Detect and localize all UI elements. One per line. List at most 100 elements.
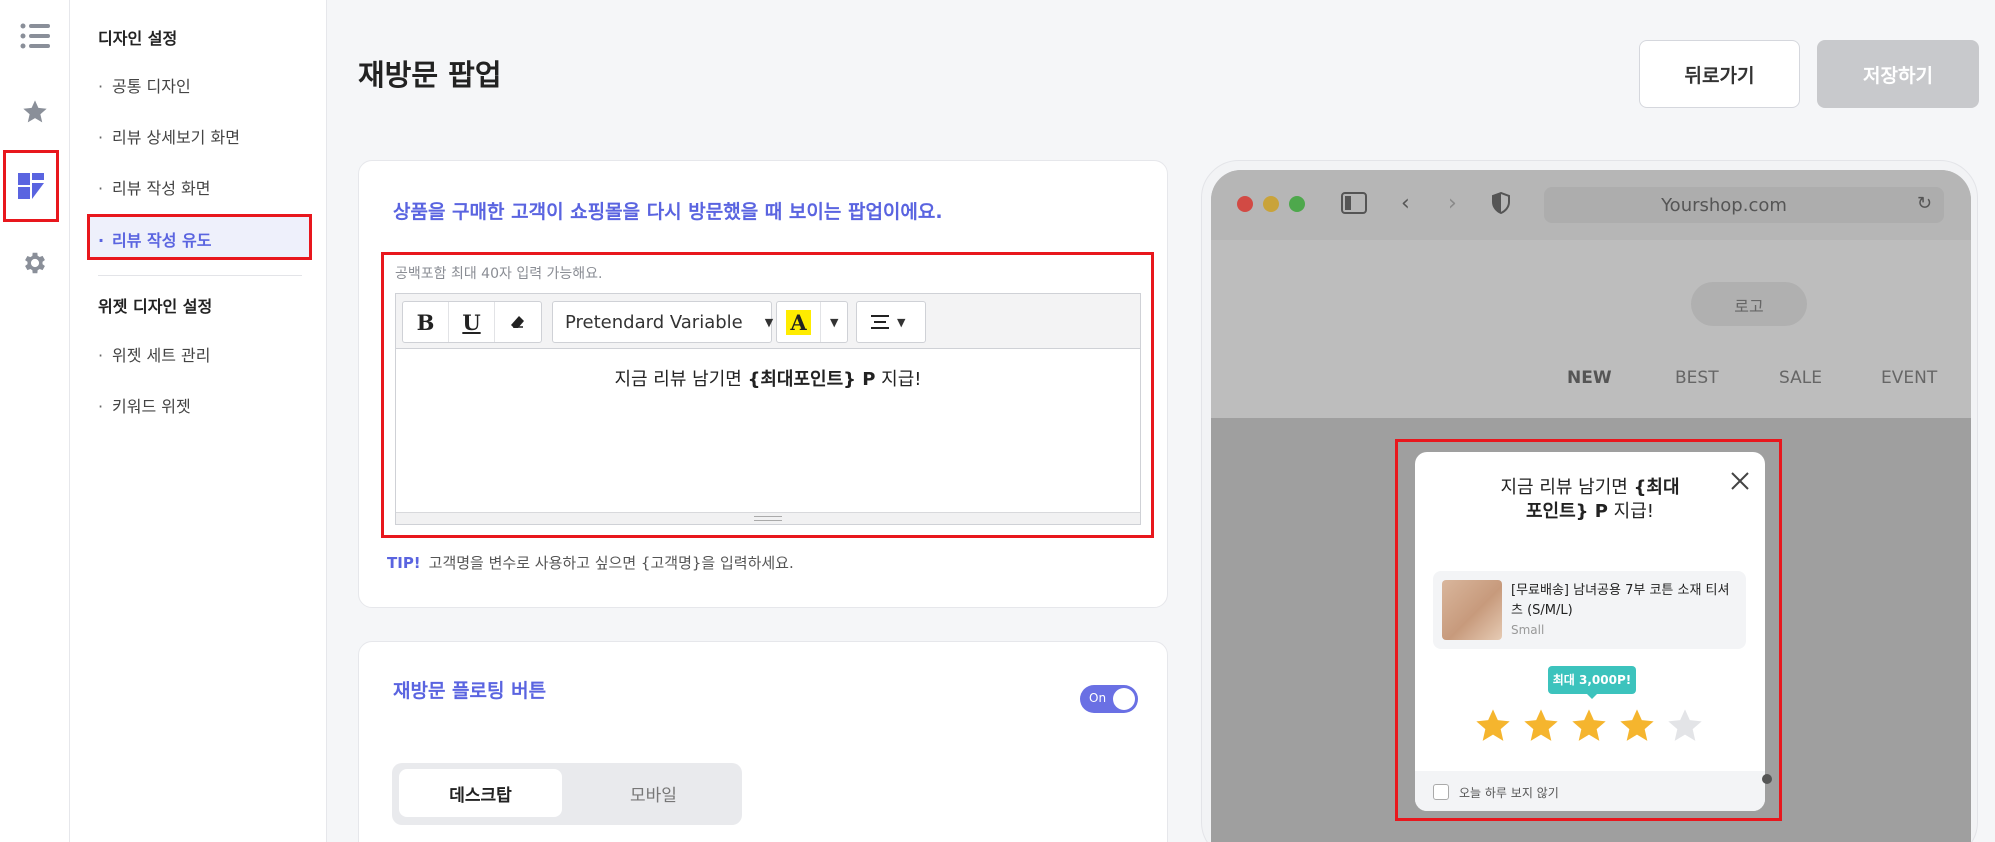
caret-down-icon: ▼	[764, 315, 774, 329]
reload-icon: ↻	[1916, 193, 1932, 214]
text-color-control[interactable]: A ▼	[776, 301, 848, 343]
popup-footer: 오늘 하루 보지 않기	[1415, 771, 1765, 811]
nav-item-review-induce[interactable]: · 리뷰 작성 유도	[87, 214, 312, 260]
rich-text-editor: B U Pretendard Variable ▼ A ▼ ▼ 지금 리뷰 남기…	[395, 293, 1141, 525]
format-group: B U	[402, 301, 542, 343]
rail-design-button[interactable]	[3, 150, 59, 222]
list-icon	[20, 23, 50, 49]
menu-sale: SALE	[1779, 368, 1822, 388]
gear-icon	[25, 252, 45, 274]
text-color-button[interactable]: A	[777, 302, 821, 342]
eraser-icon	[511, 316, 524, 328]
sidebar-icon	[1341, 192, 1367, 214]
nav-item-label: 공통 디자인	[112, 77, 191, 96]
tip-label: TIP!	[387, 554, 421, 572]
popup-msg-variable: 포인트} P	[1525, 501, 1608, 522]
nav-item-common-design[interactable]: · 공통 디자인	[98, 73, 191, 97]
hide-today-label: 오늘 하루 보지 않기	[1459, 786, 1559, 800]
page-title: 재방문 팝업	[358, 58, 502, 92]
content-text: 지금 리뷰 남기면	[614, 369, 748, 390]
menu-best: BEST	[1675, 368, 1719, 388]
star-icon	[23, 100, 47, 123]
card-title: 재방문 플로팅 버튼	[393, 680, 547, 702]
forward-arrow-icon: ›	[1448, 191, 1457, 216]
nav-item-review-detail[interactable]: · 리뷰 상세보기 화면	[98, 124, 240, 148]
align-select[interactable]: ▼	[856, 301, 926, 343]
preview-dot	[1762, 774, 1772, 784]
max-point-badge: 최대 3,000P!	[1548, 666, 1636, 694]
grip-icon	[754, 516, 782, 521]
product-option: Small	[1511, 623, 1545, 637]
editor-highlight: 공백포함 최대 40자 입력 가능해요. B U Pretendard Vari…	[381, 252, 1154, 538]
nav-divider	[98, 275, 302, 276]
bullet: ·	[98, 179, 104, 198]
url-text: Yourshop.com	[1661, 195, 1787, 216]
underline-button[interactable]: U	[449, 302, 495, 342]
nav-item-label: 리뷰 작성 유도	[112, 231, 212, 250]
font-family-select[interactable]: Pretendard Variable ▼	[552, 301, 774, 343]
bullet: ·	[98, 346, 104, 365]
star-icon[interactable]	[1521, 706, 1561, 746]
address-bar: Yourshop.com ↻	[1544, 187, 1944, 223]
bullet: ·	[98, 128, 104, 147]
editor-content[interactable]: 지금 리뷰 남기면 {최대포인트} P 지급!	[396, 349, 1140, 391]
toggle-knob	[1113, 688, 1135, 710]
shield-icon	[1492, 192, 1510, 214]
maximize-dot	[1289, 196, 1305, 212]
popup-message: 지금 리뷰 남기면 {최대 포인트} P 지급!	[1475, 476, 1705, 524]
rail-star-button[interactable]	[7, 84, 63, 140]
menu-new: NEW	[1567, 368, 1612, 388]
clear-format-button[interactable]	[495, 302, 541, 342]
star-icon[interactable]	[1665, 706, 1705, 746]
back-button[interactable]: 뒤로가기	[1639, 40, 1800, 108]
tab-desktop[interactable]: 데스크탑	[399, 769, 562, 817]
font-family-value: Pretendard Variable	[565, 311, 743, 333]
save-button[interactable]: 저장하기	[1817, 40, 1979, 108]
revisit-popup: 지금 리뷰 남기면 {최대 포인트} P 지급! [무료배송] 남녀공용 7부 …	[1415, 452, 1765, 811]
text-color-icon: A	[786, 309, 811, 335]
device-tabs: 데스크탑 모바일	[392, 763, 742, 825]
star-icon[interactable]	[1473, 706, 1513, 746]
tip-message: 고객명을 변수로 사용하고 싶으면 {고객명}을 입력하세요.	[428, 554, 794, 572]
star-icon[interactable]	[1617, 706, 1657, 746]
nav-item-review-write[interactable]: · 리뷰 작성 화면	[98, 175, 211, 199]
popup-highlight: 지금 리뷰 남기면 {최대 포인트} P 지급! [무료배송] 남녀공용 7부 …	[1395, 439, 1782, 821]
nav-heading-widget: 위젯 디자인 설정	[98, 297, 213, 316]
star-icon[interactable]	[1569, 706, 1609, 746]
bold-button[interactable]: B	[403, 302, 449, 342]
browser-toolbar: ‹ › Yourshop.com ↻	[1211, 170, 1971, 240]
toggle-label: On	[1089, 691, 1107, 705]
dashboard-icon	[18, 173, 44, 199]
bullet: ·	[98, 77, 104, 96]
nav-item-label: 위젯 세트 관리	[112, 346, 211, 365]
close-icon[interactable]	[1727, 468, 1753, 494]
popup-msg-text: 지금 리뷰 남기면	[1500, 477, 1634, 498]
popup-msg-variable: {최대	[1633, 477, 1680, 498]
product-thumbnail	[1442, 580, 1502, 640]
card-title: 상품을 구매한 고객이 쇼핑몰을 다시 방문했을 때 보이는 팝업이에요.	[393, 201, 943, 223]
hide-today-checkbox[interactable]	[1433, 784, 1449, 800]
badge-pointer	[1586, 693, 1598, 699]
char-limit-hint: 공백포함 최대 40자 입력 가능해요.	[395, 266, 603, 282]
align-center-icon	[871, 315, 889, 329]
nav-item-label: 키워드 위젯	[112, 397, 191, 416]
content-variable: {최대포인트} P	[747, 369, 876, 390]
floating-toggle[interactable]: On	[1080, 685, 1138, 713]
product-name: [무료배송] 남녀공용 7부 코튼 소재 티셔츠 (S/M/L)	[1511, 583, 1730, 618]
resize-handle[interactable]	[396, 512, 1140, 524]
nav-item-widget-set[interactable]: · 위젯 세트 관리	[98, 342, 211, 366]
caret-down-icon[interactable]: ▼	[830, 316, 838, 329]
editor-toolbar: B U Pretendard Variable ▼ A ▼ ▼	[396, 294, 1140, 349]
nav-item-keyword-widget[interactable]: · 키워드 위젯	[98, 393, 191, 417]
bullet: ·	[98, 231, 105, 250]
nav-item-label: 리뷰 상세보기 화면	[112, 128, 240, 147]
popup-msg-text: 지급!	[1607, 501, 1654, 522]
tip-text: TIP! 고객명을 변수로 사용하고 싶으면 {고객명}을 입력하세요.	[387, 552, 794, 573]
floating-button-card: 재방문 플로팅 버튼 On 데스크탑 모바일	[358, 641, 1168, 842]
bullet: ·	[98, 397, 104, 416]
tab-mobile[interactable]: 모바일	[572, 769, 735, 817]
nav-heading-design: 디자인 설정	[98, 29, 178, 48]
caret-down-icon: ▼	[897, 315, 906, 329]
rail-settings-button[interactable]	[7, 235, 63, 291]
rail-list-button[interactable]	[7, 8, 63, 64]
